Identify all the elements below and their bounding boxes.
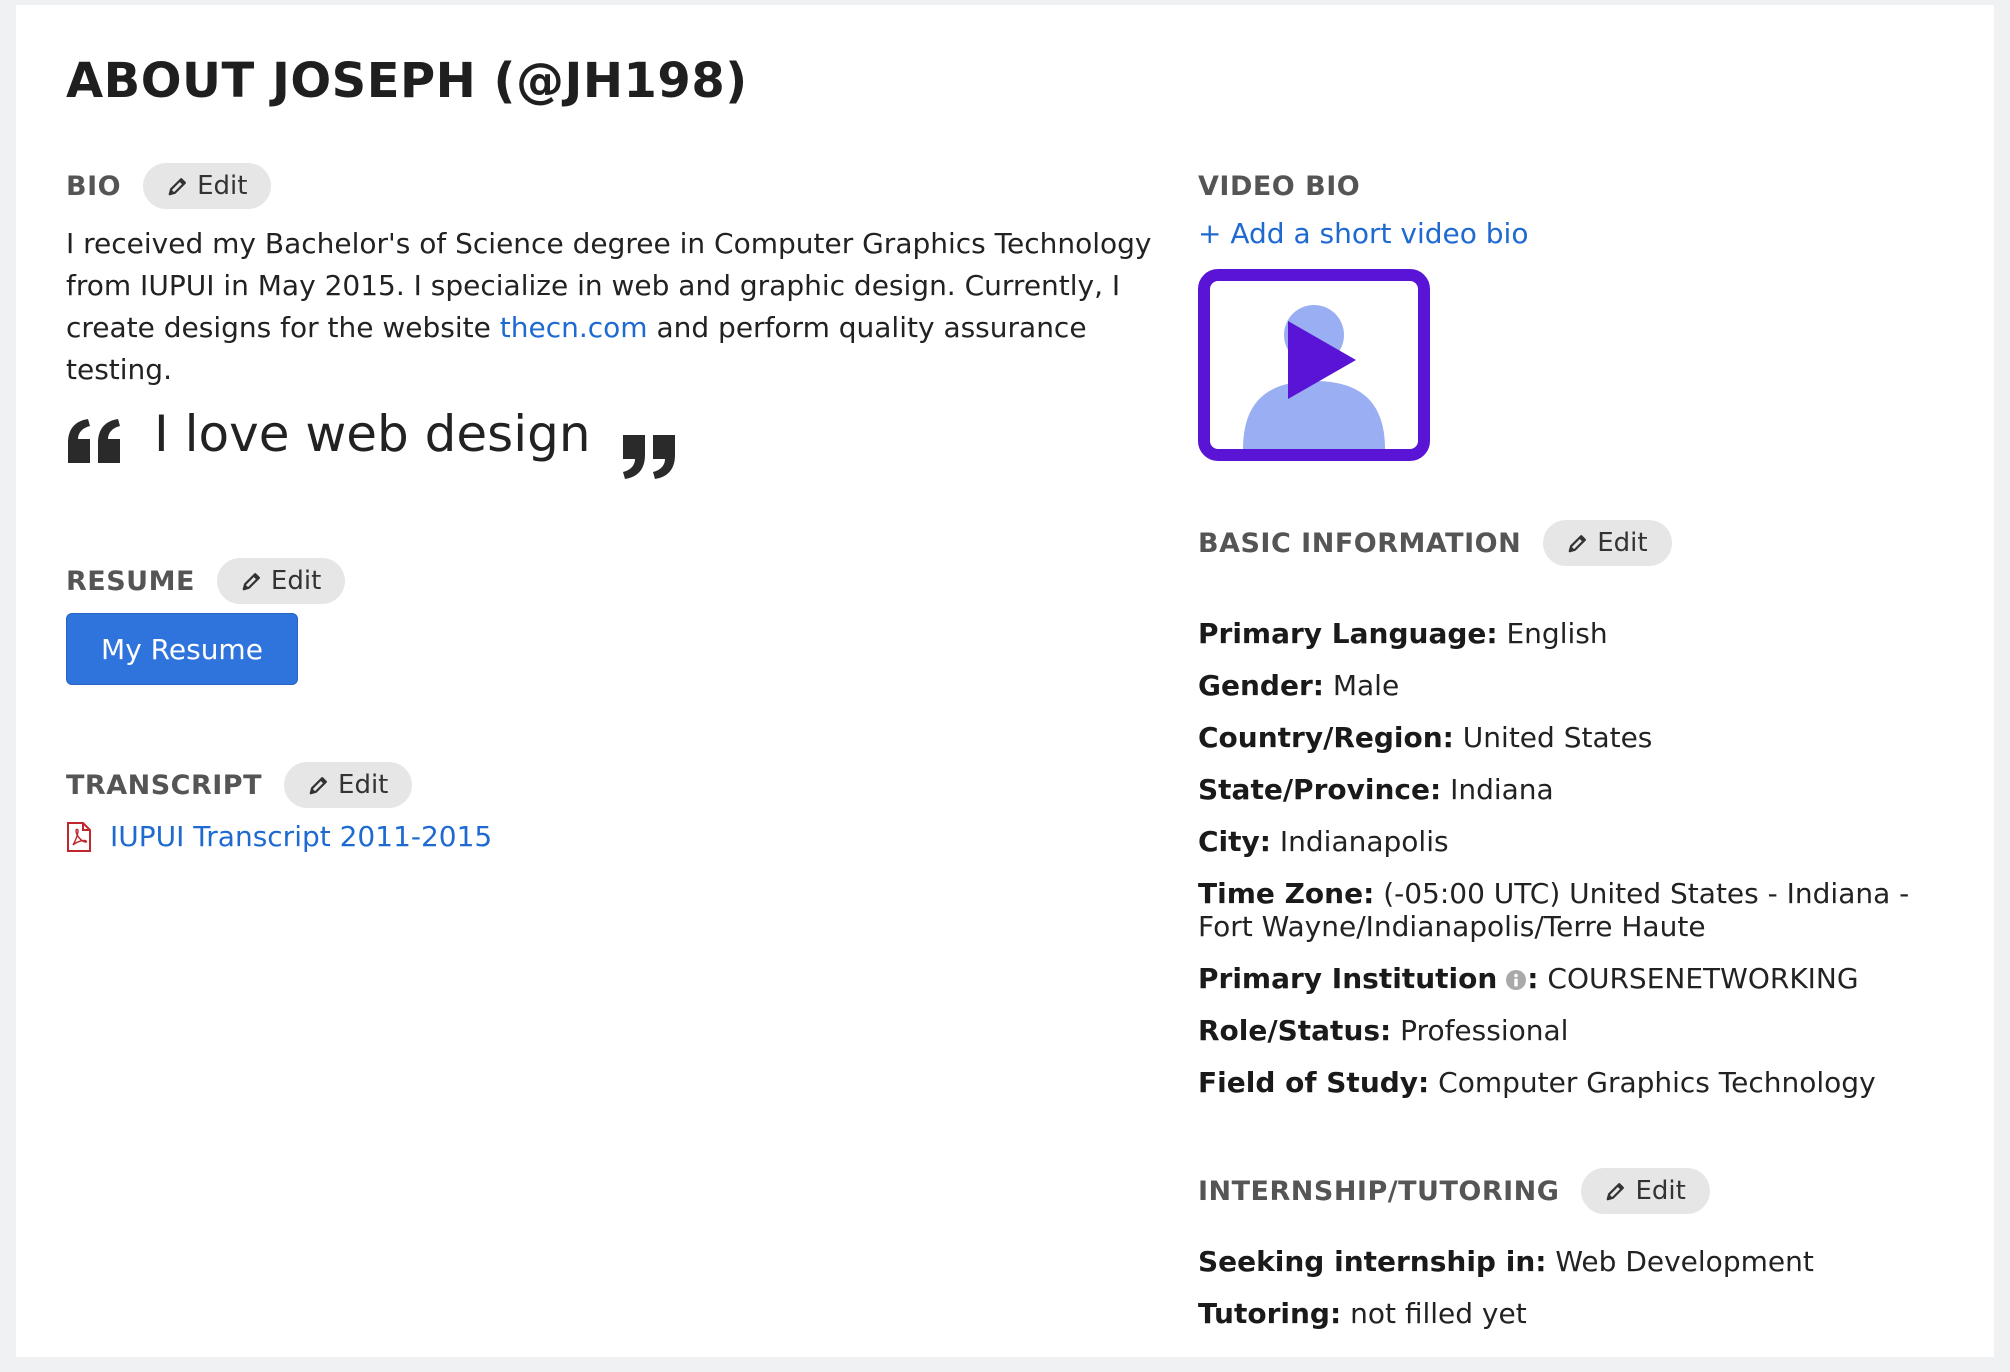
resume-header: RESUME Edit (66, 558, 346, 604)
basic-info-edit-label: Edit (1597, 528, 1648, 558)
info-row-time-zone: Time Zone: (-05:00 UTC) United States - … (1198, 877, 1958, 943)
info-key: City: (1198, 825, 1271, 858)
info-value: English (1506, 617, 1608, 650)
bio-website-link[interactable]: thecn.com (500, 311, 648, 344)
info-value: Male (1332, 669, 1400, 702)
info-row-state-province: State/Province: Indiana (1198, 773, 1958, 806)
video-bio-label: VIDEO BIO (1198, 171, 1361, 202)
info-row-country-region: Country/Region: United States (1198, 721, 1958, 754)
info-key: Country/Region: (1198, 721, 1454, 754)
info-value: COURSENETWORKING (1547, 962, 1859, 995)
bio-text: I received my Bachelor's of Science degr… (66, 223, 1166, 391)
info-row-seeking-internship: Seeking internship in: Web Development (1198, 1245, 1958, 1278)
transcript-header: TRANSCRIPT Edit (66, 762, 413, 808)
quote-open-icon (68, 419, 120, 463)
internship-info-list: Seeking internship in: Web Development T… (1198, 1245, 1958, 1349)
add-video-bio-link[interactable]: + Add a short video bio (1198, 217, 1528, 250)
info-key: Primary Language: (1198, 617, 1498, 650)
info-row-gender: Gender: Male (1198, 669, 1958, 702)
info-row-role-status: Role/Status: Professional (1198, 1014, 1958, 1047)
pencil-icon (168, 178, 187, 196)
bio-label: BIO (66, 170, 122, 202)
info-key: Time Zone: (1198, 877, 1375, 910)
info-key: Gender: (1198, 669, 1324, 702)
basic-info-list: Primary Language: English Gender: Male C… (1198, 617, 1958, 1118)
info-value: United States (1462, 721, 1653, 754)
info-key: Role/Status: (1198, 1014, 1392, 1047)
about-card: ABOUT JOSEPH (@JH198) BIO Edit I receive… (16, 5, 1994, 1357)
info-icon[interactable] (1505, 969, 1527, 991)
info-row-field-of-study: Field of Study: Computer Graphics Techno… (1198, 1066, 1958, 1099)
info-row-primary-language: Primary Language: English (1198, 617, 1958, 650)
info-key: Primary Institution (1198, 962, 1498, 995)
basic-info-label: BASIC INFORMATION (1198, 527, 1522, 559)
info-key: Tutoring: (1198, 1297, 1342, 1330)
profile-quote: I love web design (66, 403, 677, 481)
video-bio-thumbnail-icon[interactable] (1198, 269, 1430, 461)
transcript-edit-button[interactable]: Edit (284, 762, 413, 808)
info-value: Indiana (1450, 773, 1554, 806)
pencil-icon (1607, 1183, 1625, 1201)
transcript-edit-label: Edit (338, 770, 389, 800)
info-value: Web Development (1555, 1245, 1814, 1278)
info-key: State/Province: (1198, 773, 1442, 806)
basic-info-header: BASIC INFORMATION Edit (1198, 520, 1672, 566)
quote-close-icon (622, 435, 675, 479)
info-key: Field of Study: (1198, 1066, 1430, 1099)
info-value: not filled yet (1350, 1297, 1527, 1330)
info-value: Professional (1400, 1014, 1569, 1047)
info-row-city: City: Indianapolis (1198, 825, 1958, 858)
info-value: Indianapolis (1279, 825, 1449, 858)
internship-label: INTERNSHIP/TUTORING (1198, 1175, 1560, 1207)
page-title: ABOUT JOSEPH (@JH198) (66, 53, 748, 109)
info-key-suffix: : (1527, 962, 1539, 995)
info-key: Seeking internship in: (1198, 1245, 1547, 1278)
pdf-file-icon (67, 821, 91, 852)
internship-edit-button[interactable]: Edit (1581, 1168, 1710, 1214)
info-row-tutoring: Tutoring: not filled yet (1198, 1297, 1958, 1330)
bio-edit-label: Edit (197, 171, 248, 201)
resume-label: RESUME (66, 565, 195, 597)
internship-edit-label: Edit (1635, 1176, 1686, 1206)
pencil-icon (1568, 535, 1587, 553)
info-row-primary-institution: Primary Institution: COURSENETWORKING (1198, 962, 1958, 995)
bio-edit-button[interactable]: Edit (143, 163, 272, 209)
video-bio-header: VIDEO BIO (1198, 171, 1360, 202)
transcript-label: TRANSCRIPT (66, 769, 263, 801)
transcript-file-link[interactable]: IUPUI Transcript 2011-2015 (66, 820, 492, 853)
pencil-icon (309, 777, 327, 795)
basic-info-edit-button[interactable]: Edit (1543, 520, 1672, 566)
my-resume-button[interactable]: My Resume (66, 613, 298, 685)
bio-header: BIO Edit (66, 163, 272, 209)
resume-edit-button[interactable]: Edit (216, 558, 346, 604)
quote-text: I love web design (154, 405, 591, 463)
transcript-file-name: IUPUI Transcript 2011-2015 (110, 820, 493, 853)
internship-header: INTERNSHIP/TUTORING Edit (1198, 1168, 1710, 1214)
resume-edit-label: Edit (270, 566, 322, 596)
info-value: Computer Graphics Technology (1438, 1066, 1876, 1099)
pencil-icon (242, 573, 260, 591)
